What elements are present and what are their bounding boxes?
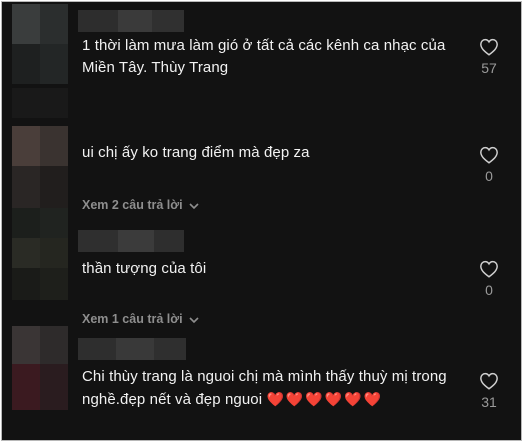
- view-replies-label: Xem 2 câu trả lời: [82, 198, 183, 212]
- blur-strip: [2, 88, 521, 118]
- comment-text: Chi thùy trang là nguoi chị mà mình thấy…: [82, 366, 462, 411]
- username-redacted[interactable]: [78, 338, 186, 360]
- heart-emoji-group: ❤️❤️❤️❤️❤️❤️: [266, 391, 384, 407]
- like-button[interactable]: 57: [472, 38, 506, 76]
- heart-outline-icon: [480, 372, 498, 390]
- view-replies-button[interactable]: Xem 1 câu trả lời: [82, 312, 199, 327]
- chevron-down-icon: [189, 199, 199, 213]
- avatar[interactable]: [12, 126, 68, 210]
- avatar[interactable]: [12, 208, 68, 300]
- like-count: 0: [485, 282, 493, 298]
- heart-outline-icon: [480, 146, 498, 164]
- heart-outline-icon: [480, 38, 498, 56]
- comment-text: ui chị ấy ko trang điểm mà đẹp za: [82, 144, 310, 161]
- avatar[interactable]: [12, 4, 68, 84]
- like-button[interactable]: 31: [472, 372, 506, 410]
- username-redacted[interactable]: [78, 230, 184, 252]
- comment-text-body: Chi thùy trang là nguoi chị mà mình thấy…: [82, 368, 447, 408]
- view-replies-button[interactable]: Xem 2 câu trả lời: [82, 198, 199, 213]
- chevron-down-icon: [189, 313, 199, 327]
- like-button[interactable]: 0: [472, 146, 506, 184]
- username-redacted[interactable]: [78, 10, 184, 32]
- heart-outline-icon: [480, 260, 498, 278]
- like-count: 31: [481, 394, 497, 410]
- comment-text: 1 thời làm mưa làm gió ở tất cả các kênh…: [82, 37, 446, 76]
- like-count: 57: [481, 60, 497, 76]
- avatar[interactable]: [12, 326, 68, 410]
- like-count: 0: [485, 168, 493, 184]
- comments-panel: 1 thời làm mưa làm gió ở tất cả các kênh…: [1, 1, 522, 441]
- like-button[interactable]: 0: [472, 260, 506, 298]
- view-replies-label: Xem 1 câu trả lời: [82, 312, 183, 326]
- comment-text: thần tượng của tôi: [82, 260, 207, 277]
